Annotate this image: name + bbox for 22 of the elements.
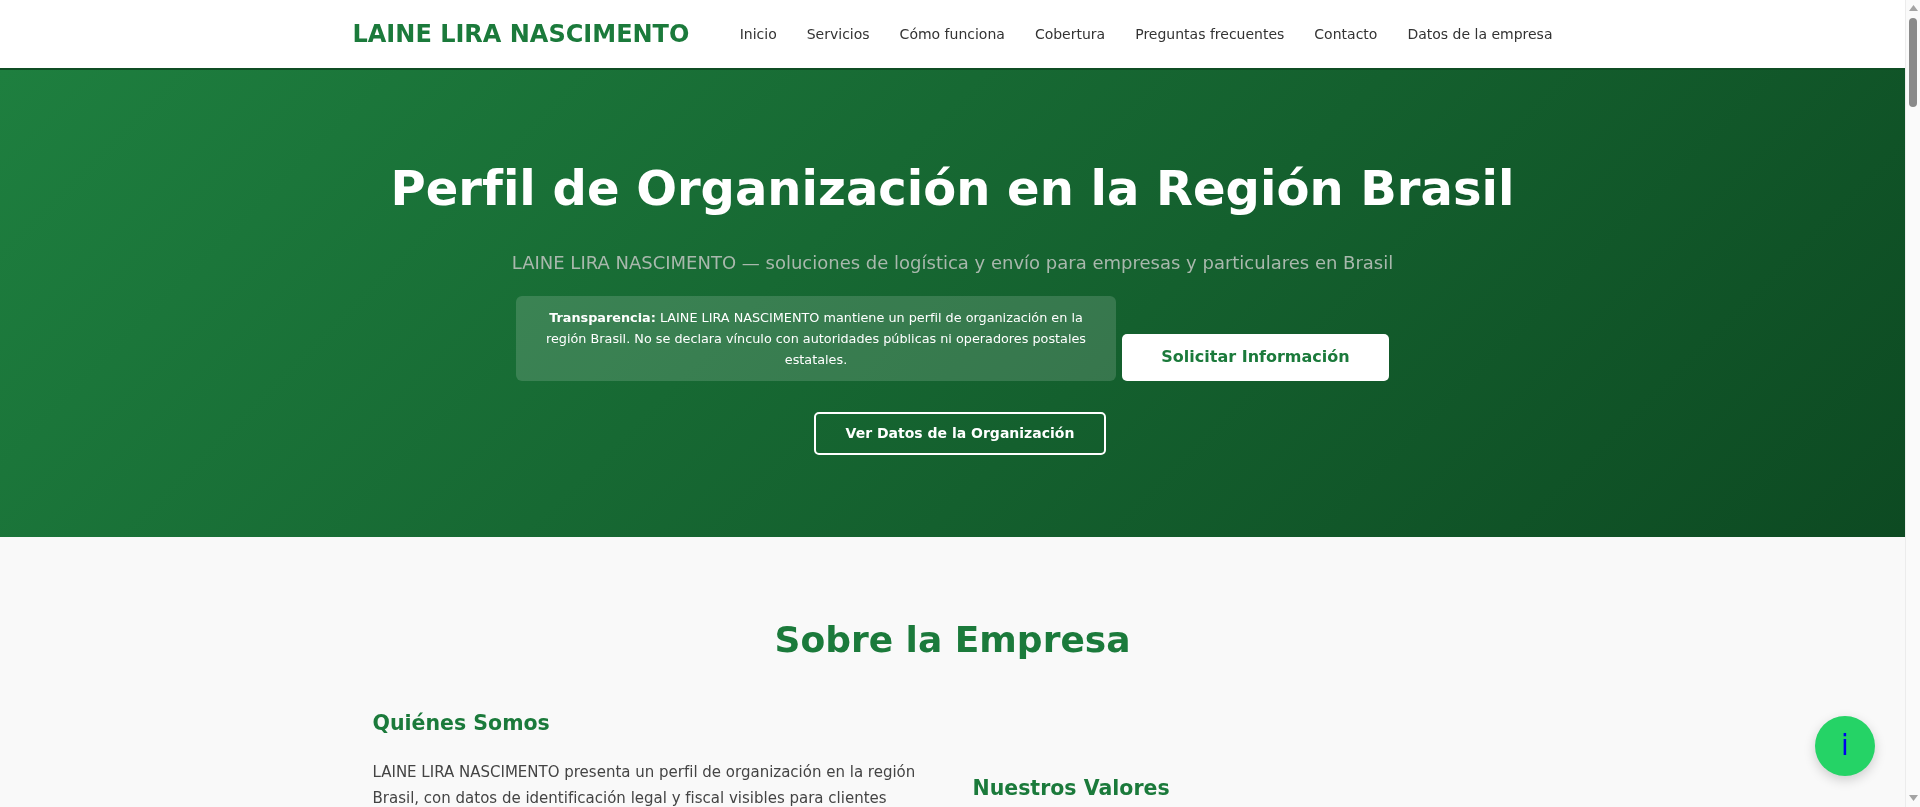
about-paragraph: LAINE LIRA NASCIMENTO presenta un perfil de organización en la región Brasil, con datos de identificación legal y fiscal visibles para clientes <box>372 761 917 807</box>
column-heading: Quiénes Somos <box>372 711 551 736</box>
primary-button[interactable]: Solicitar Información <box>1122 333 1389 381</box>
nav-link[interactable]: Contacto <box>1314 26 1378 42</box>
scroll-down-arrow-icon[interactable] <box>1909 795 1918 801</box>
hero-title: Perfil de Organización en la Región Brasil <box>389 160 1516 218</box>
nav-link[interactable]: Cobertura <box>1034 26 1106 42</box>
hero-subtitle: LAINE LIRA NASCIMENTO — soluciones de logística y envío para empresas y particulares en Brasil <box>510 250 1395 275</box>
scrollbar-track[interactable] <box>1905 0 1920 807</box>
transparency-notice: Transparencia: LAINE LIRA NASCIMENTO mantiene un perfil de organización en la región Brasil. No se declara vínculo con autoridades públicas ni operadores postales estatales. <box>516 295 1116 381</box>
scrollbar-thumb[interactable] <box>1909 18 1917 107</box>
info-floating-button[interactable]: i <box>1815 716 1875 776</box>
nav-link[interactable]: Cómo funciona <box>899 26 1005 42</box>
brand-name[interactable]: LAINE LIRA NASCIMENTO <box>352 16 690 52</box>
section-title: Sobre la Empresa <box>773 617 1132 662</box>
nav-link[interactable]: Inicio <box>739 26 777 42</box>
column-heading: Nuestros Valores <box>972 776 1171 801</box>
nav-link[interactable]: Datos de la empresa <box>1407 26 1553 42</box>
scroll-up-arrow-icon[interactable] <box>1909 5 1918 11</box>
outline-button[interactable]: Ver Datos de la Organización <box>814 411 1106 455</box>
nav-link[interactable]: Servicios <box>806 26 870 42</box>
nav-link[interactable]: Preguntas frecuentes <box>1135 26 1285 42</box>
